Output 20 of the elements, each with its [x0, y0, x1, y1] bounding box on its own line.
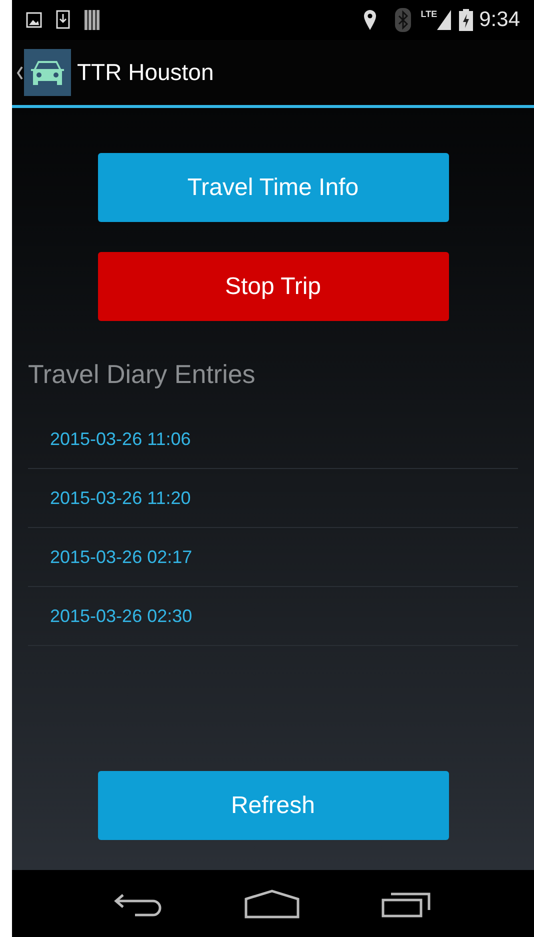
signal-icon [437, 10, 452, 30]
action-button[interactable]: Stop Trip [98, 252, 448, 321]
up-navigation-button[interactable] [17, 49, 71, 96]
barcode-icon [84, 9, 102, 31]
home-button[interactable] [244, 888, 300, 918]
battery-icon [459, 9, 474, 31]
network-label: LTE [420, 10, 438, 19]
location-pin-icon [362, 9, 377, 31]
diary-entry[interactable]: 2015-03-26 02:17 [28, 528, 518, 587]
diary-entry[interactable]: 2015-03-26 02:30 [28, 587, 518, 646]
clock-time: 9:34 [479, 7, 520, 34]
bluetooth-icon [394, 8, 411, 32]
back-chevron-icon [17, 66, 23, 80]
image-icon [26, 12, 42, 28]
car-icon [24, 49, 71, 96]
section-heading: Travel Diary Entries [28, 358, 256, 391]
diary-entry[interactable]: 2015-03-26 11:20 [28, 469, 518, 528]
diary-entry[interactable]: 2015-03-26 11:06 [28, 410, 518, 469]
app-title: TTR Houston [77, 58, 214, 88]
download-icon [56, 10, 70, 30]
